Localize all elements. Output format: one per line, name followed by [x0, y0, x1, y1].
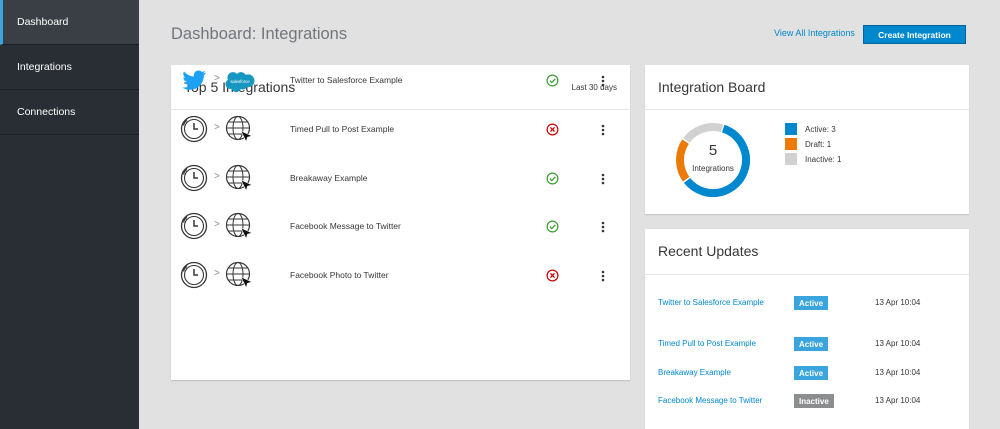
- integration-row[interactable]: > Facebook Message to Twitter: [171, 208, 630, 248]
- legend-label: Active: 3: [805, 124, 836, 134]
- legend-item: Active: 3: [785, 123, 836, 135]
- timer-icon: [180, 212, 208, 240]
- integration-row[interactable]: > Breakaway Example: [171, 160, 630, 200]
- update-integration-link[interactable]: Facebook Message to Twitter: [658, 393, 778, 408]
- salesforce-icon: salesforce: [225, 66, 255, 96]
- legend-label: Inactive: 1: [805, 154, 842, 164]
- chevron-right-icon: >: [214, 268, 220, 279]
- chevron-right-icon: >: [214, 171, 220, 182]
- donut-total: 5: [708, 142, 718, 159]
- update-timestamp: 13 Apr 10:04: [875, 339, 921, 348]
- integration-row[interactable]: > Facebook Photo to Twitter: [171, 257, 630, 297]
- status-badge: Active: [794, 366, 829, 380]
- update-timestamp: 13 Apr 10:04: [875, 396, 921, 405]
- update-timestamp: 13 Apr 10:04: [875, 298, 921, 307]
- status-ok-icon: [546, 220, 559, 233]
- integration-name: Facebook Message to Twitter: [290, 221, 401, 231]
- integration-name: Facebook Photo to Twitter: [290, 270, 389, 280]
- status-badge: Active: [794, 296, 829, 310]
- integration-name: Twitter to Salesforce Example: [290, 75, 403, 85]
- nav-item-dashboard[interactable]: Dashboard: [0, 0, 139, 45]
- top-integrations-card: Top 5 Integrations Last 30 days >salesfo…: [171, 65, 630, 380]
- integration-donut-chart: [676, 123, 750, 197]
- chevron-right-icon: >: [214, 219, 220, 230]
- legend-swatch: [785, 153, 797, 165]
- legend-item: Draft: 1: [785, 138, 831, 150]
- donut-slice-draft: [676, 123, 750, 197]
- update-integration-link[interactable]: Timed Pull to Post Example: [658, 336, 778, 351]
- timer-icon: [180, 164, 208, 192]
- create-integration-button[interactable]: Create Integration: [863, 25, 966, 44]
- divider: [645, 109, 969, 110]
- web-cursor-icon: [225, 164, 255, 194]
- status-ok-icon: [546, 74, 559, 87]
- card-title: Recent Updates: [658, 243, 759, 259]
- status-error-icon: [546, 269, 559, 282]
- kebab-menu-icon[interactable]: [599, 269, 607, 283]
- nav-item-integrations[interactable]: Integrations: [0, 45, 139, 90]
- kebab-menu-icon[interactable]: [599, 172, 607, 186]
- divider: [645, 274, 969, 275]
- legend-swatch: [785, 123, 797, 135]
- kebab-menu-icon[interactable]: [599, 220, 607, 234]
- chevron-right-icon: >: [214, 122, 220, 133]
- integration-name: Timed Pull to Post Example: [290, 124, 395, 134]
- view-all-integrations-link[interactable]: View All Integrations: [774, 28, 855, 38]
- donut-total-label: Integrations: [692, 164, 734, 173]
- web-cursor-icon: [225, 212, 255, 242]
- update-timestamp: 13 Apr 10:04: [875, 368, 921, 377]
- recent-updates-card: Recent Updates Twitter to Salesforce Exa…: [645, 229, 969, 429]
- status-ok-icon: [546, 172, 559, 185]
- legend-swatch: [785, 138, 797, 150]
- divider: [171, 109, 630, 110]
- integration-board-card: Integration Board 5 Integrations Active:…: [645, 65, 969, 214]
- status-badge: Active: [794, 337, 829, 351]
- page-title: Dashboard: Integrations: [171, 25, 348, 43]
- timer-icon: [180, 261, 208, 289]
- integration-name: Breakaway Example: [290, 173, 368, 183]
- web-cursor-icon: [225, 261, 255, 291]
- update-integration-link[interactable]: Twitter to Salesforce Example: [658, 295, 778, 310]
- sidebar: Dashboard Integrations Connections: [0, 0, 139, 429]
- salesforce-logo-text: salesforce: [230, 79, 250, 84]
- twitter-icon: [180, 66, 208, 94]
- timer-icon: [180, 115, 208, 143]
- integration-row[interactable]: > Timed Pull to Post Example: [171, 111, 630, 151]
- status-error-icon: [546, 123, 559, 136]
- status-badge: Inactive: [794, 394, 834, 408]
- nav-item-connections[interactable]: Connections: [0, 90, 139, 135]
- donut-slice-inactive: [676, 123, 750, 197]
- card-title: Integration Board: [658, 79, 766, 95]
- web-cursor-icon: [225, 115, 255, 145]
- legend-item: Inactive: 1: [785, 153, 841, 165]
- donut-slice-active: [676, 123, 750, 197]
- update-integration-link[interactable]: Breakaway Example: [658, 365, 778, 380]
- kebab-menu-icon[interactable]: [599, 74, 607, 88]
- integration-row[interactable]: > salesforce Twitter to Salesforce Example: [171, 62, 630, 102]
- kebab-menu-icon[interactable]: [599, 123, 607, 137]
- chevron-right-icon: >: [214, 73, 220, 84]
- legend-label: Draft: 1: [805, 139, 832, 149]
